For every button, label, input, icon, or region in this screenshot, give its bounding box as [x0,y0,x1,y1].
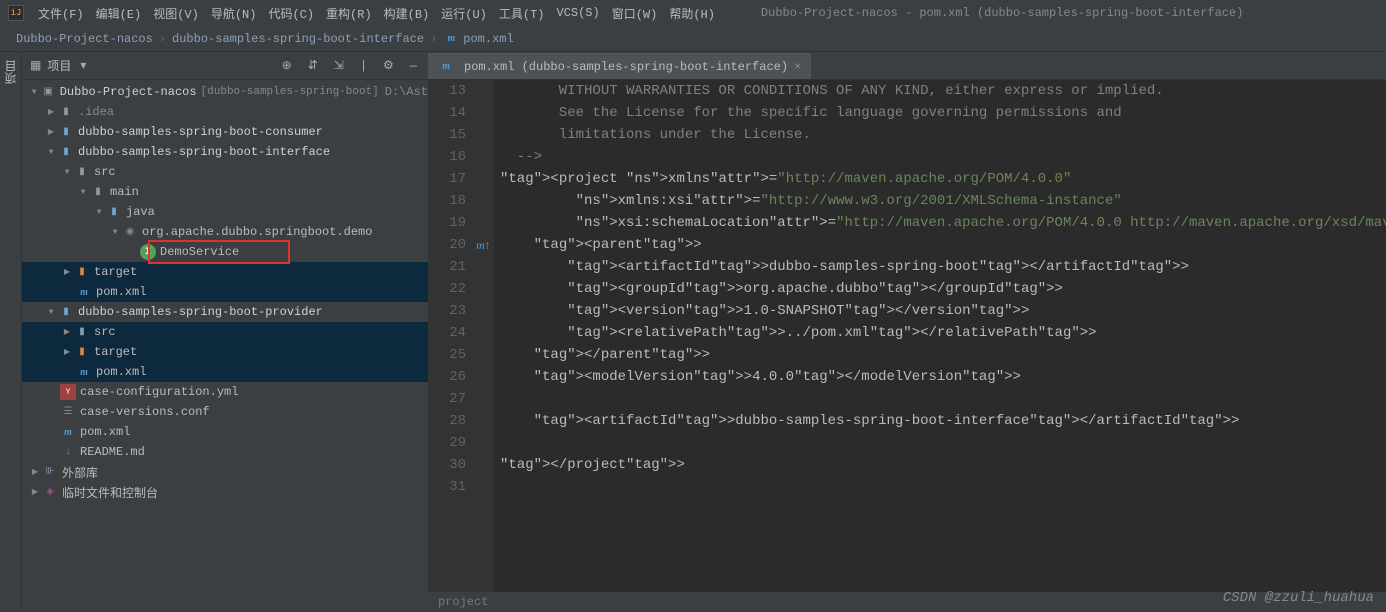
file-icon: ☰ [60,404,76,420]
code-text[interactable]: WITHOUT WARRANTIES OR CONDITIONS OF ANY … [494,80,1386,592]
sidebar-header: ▦ 项目 ▾ ⊕ ⇵ ⇲ | ⚙ — [22,52,428,80]
tree-item-provider-pom[interactable]: mpom.xml [22,362,428,382]
editor-gutter: m↑ [474,80,494,592]
maven-icon: m [76,284,92,300]
tree-item-caseyml[interactable]: Ycase-configuration.yml [22,382,428,402]
tree-item-interface[interactable]: ▮dubbo-samples-spring-boot-interface [22,142,428,162]
menu-run[interactable]: 运行(U) [435,5,493,22]
module-icon: ▮ [58,124,74,140]
menu-code[interactable]: 代码(C) [262,5,320,22]
expand-icon[interactable]: ⇵ [305,58,321,73]
scratch-icon: ◈ [42,484,58,500]
tree-item-casevers[interactable]: ☰case-versions.conf [22,402,428,422]
breadcrumb-item[interactable]: dubbo-samples-spring-boot-interface [172,32,424,46]
tree-item-provider[interactable]: ▮dubbo-samples-spring-boot-provider [22,302,428,322]
menu-build[interactable]: 构建(B) [378,5,436,22]
target-folder-icon: ▮ [74,264,90,280]
dropdown-icon[interactable]: ▾ [77,58,89,73]
tree-item-demoservice[interactable]: IDemoService [22,242,428,262]
breadcrumb-item[interactable]: pom.xml [463,32,513,46]
tree-item-main[interactable]: ▮main [22,182,428,202]
chevron-right-icon: › [430,32,437,46]
collapse-icon[interactable]: ⇲ [331,58,347,73]
folder-icon: ▮ [74,324,90,340]
tree-item-consumer[interactable]: ▮dubbo-samples-spring-boot-consumer [22,122,428,142]
project-icon: ▣ [41,84,56,100]
watermark: CSDN @zzuli_huahua [1223,590,1374,606]
window-title: Dubbo-Project-nacos - pom.xml (dubbo-sam… [761,6,1243,20]
markdown-icon: ↓ [60,444,76,460]
project-tool-tab[interactable]: 项目 [0,52,23,92]
tree-item-pom-interface[interactable]: mpom.xml [22,282,428,302]
menu-navigate[interactable]: 导航(N) [205,5,263,22]
target-folder-icon: ▮ [74,344,90,360]
tree-item-target[interactable]: ▮target [22,262,428,282]
tree-item-extlib[interactable]: ⊪外部库 [22,462,428,482]
tool-window-bar: 项目 [0,52,22,612]
tree-root[interactable]: ▣Dubbo-Project-nacos[dubbo-samples-sprin… [22,82,428,102]
editor-tab-bar: m pom.xml (dubbo-samples-spring-boot-int… [428,52,1386,80]
module-icon: ▮ [58,144,74,160]
breadcrumb: Dubbo-Project-nacos › dubbo-samples-spri… [0,26,1386,52]
gear-icon[interactable]: ⚙ [380,58,397,73]
editor-area: m pom.xml (dubbo-samples-spring-boot-int… [428,52,1386,612]
code-editor[interactable]: 13141516171819202122232425262728293031 m… [428,80,1386,592]
editor-tab-pom[interactable]: m pom.xml (dubbo-samples-spring-boot-int… [428,53,811,79]
maven-icon: m [60,424,76,440]
menu-tools[interactable]: 工具(T) [493,5,551,22]
tree-item-scratch[interactable]: ◈临时文件和控制台 [22,482,428,502]
editor-tab-label: pom.xml (dubbo-samples-spring-boot-inter… [464,60,788,74]
folder-icon: ▮ [74,164,90,180]
folder-icon: ▮ [58,104,74,120]
maven-icon: m [76,364,92,380]
tree-item-idea[interactable]: ▮.idea [22,102,428,122]
library-icon: ⊪ [42,464,58,480]
close-icon[interactable]: × [794,60,801,74]
source-folder-icon: ▮ [106,204,122,220]
hide-icon[interactable]: — [407,59,420,73]
chevron-right-icon: › [159,32,166,46]
tree-item-root-pom[interactable]: mpom.xml [22,422,428,442]
module-icon: ▮ [58,304,74,320]
menu-help[interactable]: 帮助(H) [663,5,721,22]
divider-icon: | [357,59,370,73]
tree-item-package[interactable]: ◉org.apache.dubbo.springboot.demo [22,222,428,242]
sidebar-title: 项目 [47,57,71,74]
menu-file[interactable]: 文件(F) [32,5,90,22]
line-numbers: 13141516171819202122232425262728293031 [428,80,474,592]
maven-gutter-icon[interactable]: m↑ [476,234,492,256]
menu-window[interactable]: 窗口(W) [606,5,664,22]
project-tree[interactable]: ▣Dubbo-Project-nacos[dubbo-samples-sprin… [22,80,428,612]
menu-vcs[interactable]: VCS(S) [550,6,605,20]
tree-item-src[interactable]: ▮src [22,162,428,182]
tree-item-provider-target[interactable]: ▮target [22,342,428,362]
title-bar: 文件(F) 编辑(E) 视图(V) 导航(N) 代码(C) 重构(R) 构建(B… [0,0,1386,26]
tree-item-readme[interactable]: ↓README.md [22,442,428,462]
menu-view[interactable]: 视图(V) [147,5,205,22]
menu-refactor[interactable]: 重构(R) [320,5,378,22]
breadcrumb-item[interactable]: Dubbo-Project-nacos [16,32,153,46]
folder-icon: ▮ [90,184,106,200]
package-icon: ◉ [122,224,138,240]
menu-edit[interactable]: 编辑(E) [90,5,148,22]
tree-item-java[interactable]: ▮java [22,202,428,222]
sidebar-view-icon[interactable]: ▦ [30,58,41,73]
yaml-icon: Y [60,384,76,400]
maven-icon: m [438,59,454,75]
maven-icon: m [443,31,459,47]
tree-item-provider-src[interactable]: ▮src [22,322,428,342]
locate-icon[interactable]: ⊕ [279,58,295,73]
interface-icon: I [140,244,156,260]
project-sidebar: ▦ 项目 ▾ ⊕ ⇵ ⇲ | ⚙ — ▣Dubbo-Project-nacos[… [22,52,428,612]
app-logo-icon [8,5,24,21]
